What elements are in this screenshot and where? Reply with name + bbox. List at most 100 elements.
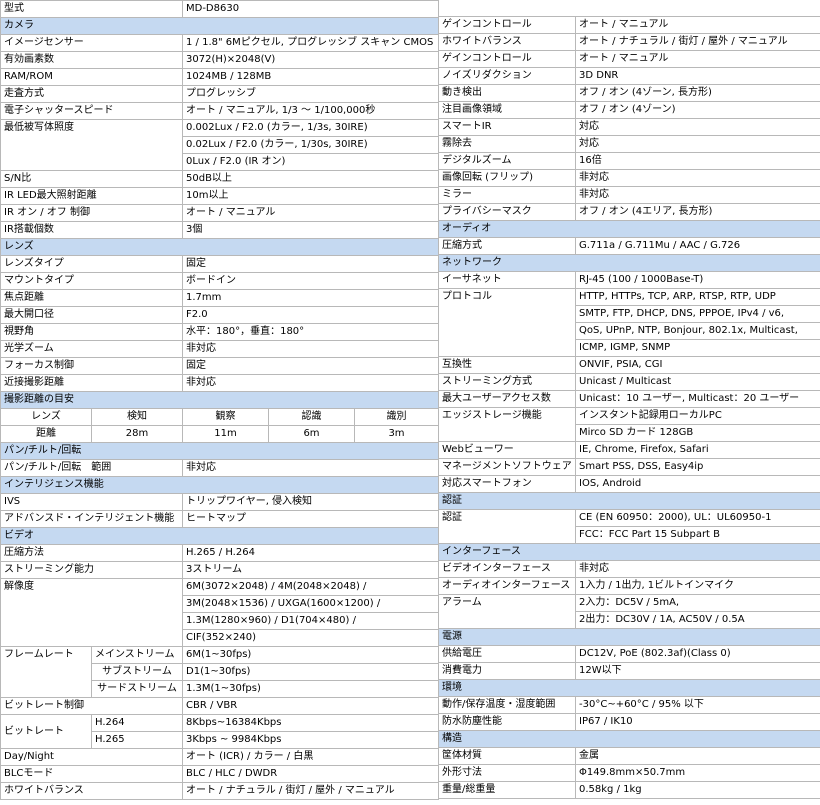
table-row: ビデオインターフェース 非対応 xyxy=(438,560,820,578)
spec-value: オフ / オン (4エリア, 長方形) xyxy=(575,203,820,221)
spec-sublabel: サブストリーム xyxy=(91,663,183,681)
spec-label: 視野角 xyxy=(0,323,183,341)
table-row: 最低被写体照度 0.002Lux / F2.0 (カラー, 1/3s, 30IRE… xyxy=(0,119,439,171)
spec-label: ビットレート xyxy=(0,714,92,749)
spec-label: 有効画素数 xyxy=(0,51,183,69)
spec-label: 消費電力 xyxy=(438,662,576,680)
table-row: 最大開口径 F2.0 xyxy=(0,306,439,324)
spec-label: 供給電圧 xyxy=(438,645,576,663)
spec-value: 非対応 xyxy=(575,186,820,204)
spec-label: 動作/保存温度・湿度範囲 xyxy=(438,696,576,714)
spec-value: SMTP, FTP, DHCP, DNS, PPPOE, IPv4 / v6, xyxy=(575,305,820,323)
table-row: レンズ 検知 観察 認識 識別 xyxy=(0,408,439,426)
spec-value: オート / マニュアル, 1/3 ～ 1/100,000秒 xyxy=(182,102,439,120)
spec-label: IVS xyxy=(0,493,183,511)
table-row: Webビューワー IE, Chrome, Firefox, Safari xyxy=(438,441,820,459)
spec-value: オート / マニュアル xyxy=(575,16,820,34)
section-video: ビデオ xyxy=(0,527,439,545)
spec-label: 電子シャッタースピード xyxy=(0,102,183,120)
table-row: ビットレート制御 CBR / VBR xyxy=(0,697,439,715)
spec-value: トリップワイヤー, 侵入検知 xyxy=(182,493,439,511)
spec-value: 対応 xyxy=(575,135,820,153)
table-row: パン/チルト/回転 範囲 非対応 xyxy=(0,459,439,477)
spec-label: イメージセンサー xyxy=(0,34,183,52)
spec-value: Φ149.8mm×50.7mm xyxy=(575,764,820,782)
spec-value: FCC：FCC Part 15 Subpart B xyxy=(575,526,820,544)
table-row: 圧縮方式 G.711a / G.711Mu / AAC / G.726 xyxy=(438,237,820,255)
table-row: 有効画素数 3072(H)×2048(V) xyxy=(0,51,439,69)
spec-label: 筐体材質 xyxy=(438,747,576,765)
table-row: アラーム 2入力：DC5V / 5mA, xyxy=(438,594,820,629)
spec-value: 10m以上 xyxy=(182,187,439,205)
spec-value: 0Lux / F2.0 (IR オン) xyxy=(182,153,439,171)
spec-label: ストリーミング方式 xyxy=(438,373,576,391)
spec-label: ホワイトバランス xyxy=(438,33,576,51)
table-row: アドバンスド・インテリジェント機能 ヒートマップ xyxy=(0,510,439,528)
table-row: フォーカス制御 固定 xyxy=(0,357,439,375)
spec-label: S/N比 xyxy=(0,170,183,188)
section-audio: オーディオ xyxy=(438,220,820,238)
table-row: サブストリーム D1(1~30fps) xyxy=(0,663,439,681)
spec-label: IR LED最大照射距離 xyxy=(0,187,183,205)
spec-value: Unicast：10 ユーザー, Multicast：20 ユーザー xyxy=(575,390,820,408)
table-row: 供給電圧 DC12V, PoE (802.3af)(Class 0) xyxy=(438,645,820,663)
table-row: 電子シャッタースピード オート / マニュアル, 1/3 ～ 1/100,000秒 xyxy=(0,102,439,120)
spec-value: 6M(1~30fps) xyxy=(182,646,439,664)
table-row: 重量/総重量 0.58kg / 1kg xyxy=(438,781,820,799)
spec-label: アドバンスド・インテリジェント機能 xyxy=(0,510,183,528)
table-row: 焦点距離 1.7mm xyxy=(0,289,439,307)
spec-value: G.711a / G.711Mu / AAC / G.726 xyxy=(575,237,820,255)
spec-label: マネージメントソフトウェア xyxy=(438,458,576,476)
spec-label: マウントタイプ xyxy=(0,272,183,290)
distance-value: 距離 xyxy=(0,425,92,443)
section-interface: インターフェース xyxy=(438,543,820,561)
spec-value: 6M(3072×2048) / 4M(2048×2048) / xyxy=(182,578,439,596)
spec-value: 3M(2048×1536) / UXGA(1600×1200) / xyxy=(182,595,439,613)
table-row: プライバシーマスク オフ / オン (4エリア, 長方形) xyxy=(438,203,820,221)
spec-label: IR搭載個数 xyxy=(0,221,183,239)
spec-table-left: 型式 MD-D8630 カメラ イメージセンサー 1 / 1.8" 6Mピクセル, … xyxy=(0,0,439,800)
table-row: IR オン / オフ 制御 オート / マニュアル xyxy=(0,204,439,222)
table-row: 霧除去 対応 xyxy=(438,135,820,153)
section-camera: カメラ xyxy=(0,17,439,35)
table-row: ホワイトバランス オート / ナチュラル / 街灯 / 屋外 / マニュアル xyxy=(438,33,820,51)
table-row: 距離 28m 11m 6m 3m xyxy=(0,425,439,443)
spec-label: エッジストレージ機能 xyxy=(438,407,576,442)
spec-sublabel: サードストリーム xyxy=(91,680,183,698)
distance-header: レンズ xyxy=(0,408,92,426)
table-row: 近接撮影距離 非対応 xyxy=(0,374,439,392)
distance-header: 検知 xyxy=(91,408,183,426)
spec-label: ストリーミング能力 xyxy=(0,561,183,579)
spec-value: オート / ナチュラル / 街灯 / 屋外 / マニュアル xyxy=(575,33,820,51)
table-row: 最大ユーザーアクセス数 Unicast：10 ユーザー, Multicast：20… xyxy=(438,390,820,408)
spec-value: 1.3M(1280×960) / D1(704×480) / xyxy=(182,612,439,630)
spec-sublabel: H.264 xyxy=(91,714,183,732)
distance-header: 識別 xyxy=(354,408,439,426)
spec-value: 非対応 xyxy=(182,374,439,392)
spec-value: 1 / 1.8" 6Mピクセル, プログレッシブ スキャン CMOS xyxy=(182,34,439,52)
section-ptz: パン/チルト/回転 xyxy=(0,442,439,460)
table-row: 型式 MD-D8630 xyxy=(0,0,439,18)
table-row: S/N比 50dB以上 xyxy=(0,170,439,188)
spec-label: 動き検出 xyxy=(438,84,576,102)
table-row: 走査方式 プログレッシブ xyxy=(0,85,439,103)
spec-value: CIF(352×240) xyxy=(182,629,439,647)
section-intelligence: インテリジェンス機能 xyxy=(0,476,439,494)
table-row: ミラー 非対応 xyxy=(438,186,820,204)
spec-value: CE (EN 60950：2000), UL：UL60950-1 xyxy=(575,509,820,527)
table-row: マウントタイプ ボードイン xyxy=(0,272,439,290)
table-row: 消費電力 12W以下 xyxy=(438,662,820,680)
spacer xyxy=(438,0,820,17)
table-row: 外形寸法 Φ149.8mm×50.7mm xyxy=(438,764,820,782)
spec-label: 圧縮方法 xyxy=(0,544,183,562)
table-row: プロトコル HTTP, HTTPs, TCP, ARP, RTSP, RTP, U… xyxy=(438,288,820,357)
spec-label: IR オン / オフ 制御 xyxy=(0,204,183,222)
spec-sheet: 型式 MD-D8630 カメラ イメージセンサー 1 / 1.8" 6Mピクセル, … xyxy=(0,0,820,805)
spec-label: 霧除去 xyxy=(438,135,576,153)
distance-value: 28m xyxy=(91,425,183,443)
spec-value: 1.7mm xyxy=(182,289,439,307)
table-row: 注目画像領域 オフ / オン (4ゾーン) xyxy=(438,101,820,119)
spec-value: 0.02Lux / F2.0 (カラー, 1/30s, 30IRE) xyxy=(182,136,439,154)
spec-label: プロトコル xyxy=(438,288,576,357)
table-row: Day/Night オート (ICR) / カラー / 白黒 xyxy=(0,748,439,766)
